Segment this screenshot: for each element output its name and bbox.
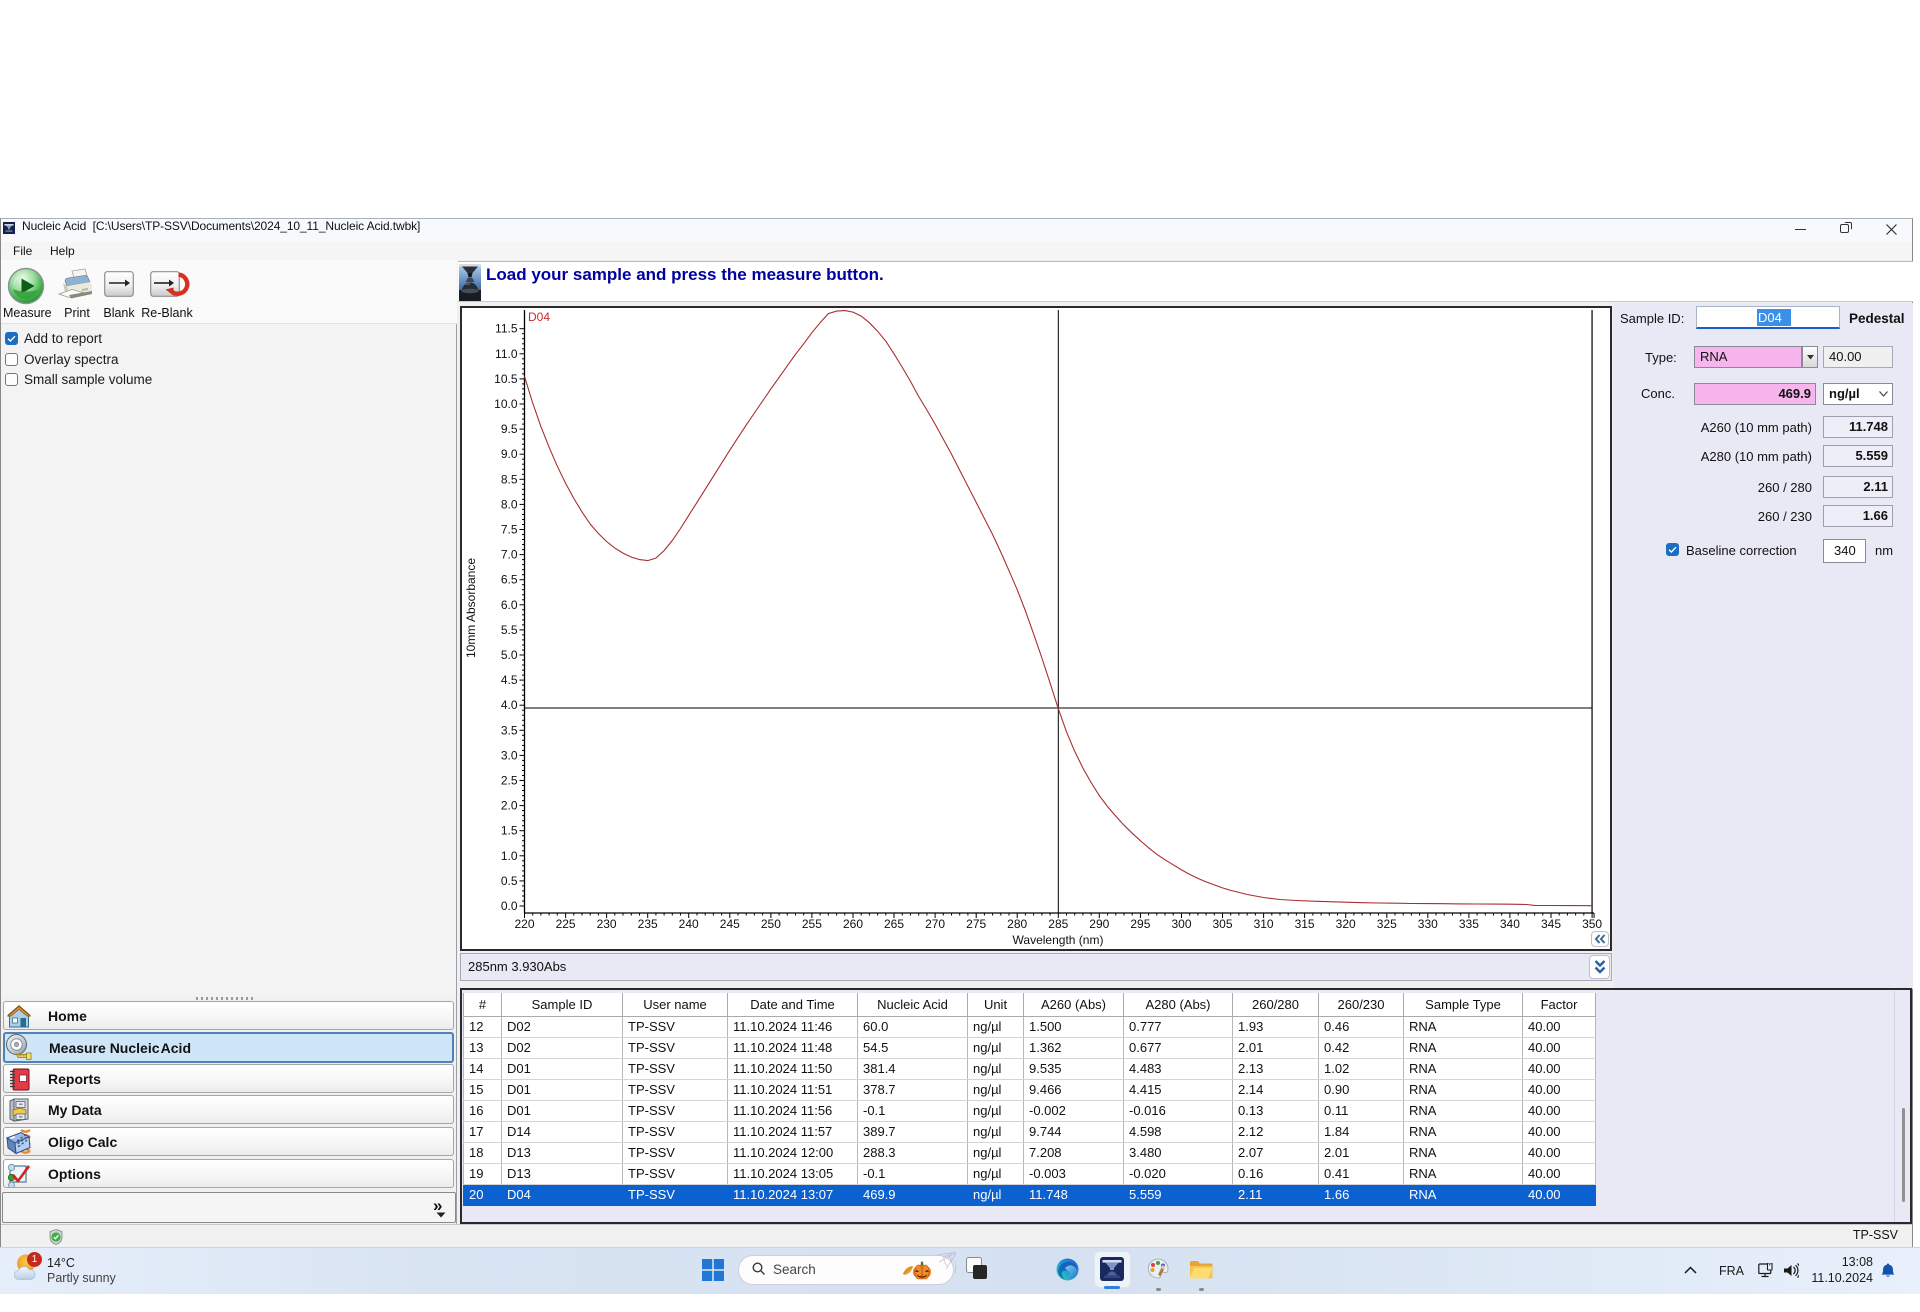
svg-text:2.5: 2.5 bbox=[501, 774, 518, 788]
svg-text:225: 225 bbox=[556, 917, 576, 931]
svg-text:9.5: 9.5 bbox=[501, 422, 518, 436]
svg-text:Wavelength (nm): Wavelength (nm) bbox=[1013, 933, 1104, 947]
svg-text:295: 295 bbox=[1130, 917, 1150, 931]
svg-text:285: 285 bbox=[1048, 917, 1068, 931]
svg-text:3.5: 3.5 bbox=[501, 723, 518, 737]
svg-text:265: 265 bbox=[884, 917, 904, 931]
svg-text:D04: D04 bbox=[528, 310, 550, 324]
svg-text:240: 240 bbox=[679, 917, 699, 931]
svg-text:0.0: 0.0 bbox=[501, 899, 518, 913]
svg-text:5.5: 5.5 bbox=[501, 623, 518, 637]
svg-text:4.0: 4.0 bbox=[501, 698, 518, 712]
svg-text:270: 270 bbox=[925, 917, 945, 931]
svg-text:305: 305 bbox=[1212, 917, 1232, 931]
svg-text:315: 315 bbox=[1295, 917, 1315, 931]
svg-text:5.0: 5.0 bbox=[501, 648, 518, 662]
svg-text:8.0: 8.0 bbox=[501, 497, 518, 511]
svg-text:310: 310 bbox=[1254, 917, 1274, 931]
svg-text:10mm Absorbance: 10mm Absorbance bbox=[464, 558, 478, 658]
svg-text:255: 255 bbox=[802, 917, 822, 931]
svg-text:10.0: 10.0 bbox=[494, 397, 518, 411]
svg-text:1.5: 1.5 bbox=[501, 824, 518, 838]
svg-text:300: 300 bbox=[1171, 917, 1191, 931]
svg-text:9.0: 9.0 bbox=[501, 447, 518, 461]
svg-text:1.0: 1.0 bbox=[501, 849, 518, 863]
svg-text:7.5: 7.5 bbox=[501, 523, 518, 537]
svg-text:280: 280 bbox=[1007, 917, 1027, 931]
svg-text:250: 250 bbox=[761, 917, 781, 931]
svg-text:345: 345 bbox=[1541, 917, 1561, 931]
svg-text:325: 325 bbox=[1377, 917, 1397, 931]
svg-text:320: 320 bbox=[1336, 917, 1356, 931]
svg-text:220: 220 bbox=[514, 917, 534, 931]
svg-text:6.5: 6.5 bbox=[501, 573, 518, 587]
svg-text:230: 230 bbox=[597, 917, 617, 931]
svg-text:235: 235 bbox=[638, 917, 658, 931]
svg-text:2.0: 2.0 bbox=[501, 799, 518, 813]
svg-text:350: 350 bbox=[1582, 917, 1602, 931]
svg-text:8.5: 8.5 bbox=[501, 472, 518, 486]
svg-text:290: 290 bbox=[1089, 917, 1109, 931]
svg-text:245: 245 bbox=[720, 917, 740, 931]
svg-text:6.0: 6.0 bbox=[501, 598, 518, 612]
svg-text:3.0: 3.0 bbox=[501, 748, 518, 762]
svg-text:340: 340 bbox=[1500, 917, 1520, 931]
svg-text:260: 260 bbox=[843, 917, 863, 931]
svg-text:11.5: 11.5 bbox=[495, 322, 518, 336]
svg-text:4.5: 4.5 bbox=[501, 673, 518, 687]
svg-text:330: 330 bbox=[1418, 917, 1438, 931]
svg-text:0.5: 0.5 bbox=[501, 874, 518, 888]
svg-text:275: 275 bbox=[966, 917, 986, 931]
svg-text:10.5: 10.5 bbox=[494, 372, 518, 386]
svg-text:7.0: 7.0 bbox=[501, 548, 518, 562]
svg-text:335: 335 bbox=[1459, 917, 1479, 931]
svg-text:11.0: 11.0 bbox=[495, 347, 518, 361]
